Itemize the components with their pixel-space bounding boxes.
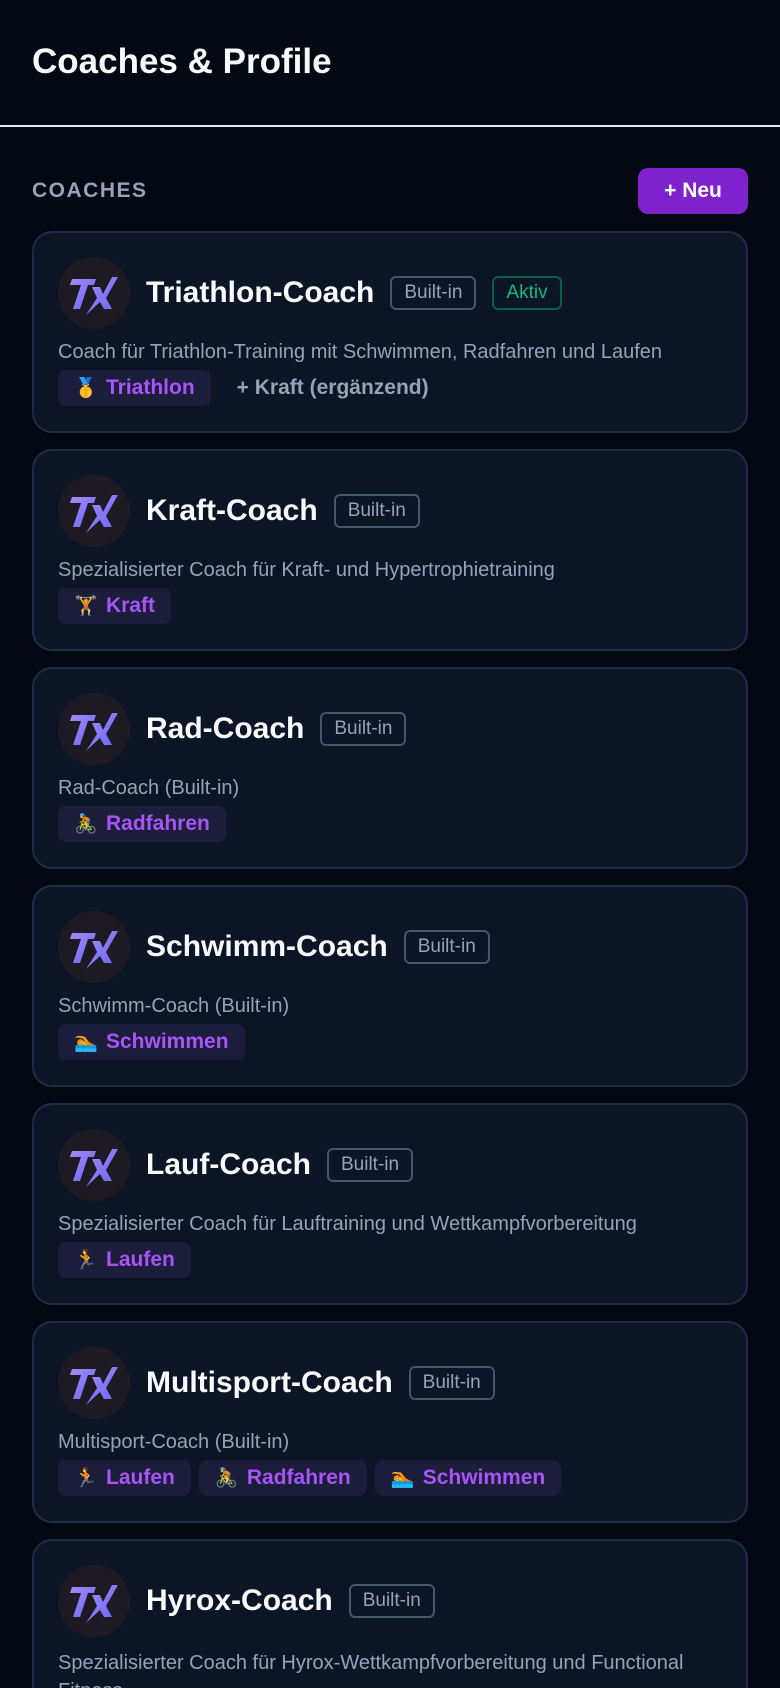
coach-card-header: Schwimm-Coach Built-in xyxy=(58,911,722,983)
tx-logo-icon xyxy=(70,1367,118,1405)
page-title: Coaches & Profile xyxy=(32,41,332,81)
coach-description: Spezialisierter Coach für Hyrox-Wettkamp… xyxy=(58,1652,684,1688)
coach-sport-tags: 🚴 Radfahren xyxy=(58,806,722,842)
coach-description: Multisport-Coach (Built-in) xyxy=(58,1431,290,1453)
tx-logo-icon xyxy=(70,931,118,969)
sport-tag: 🏃 Laufen xyxy=(58,1242,191,1278)
sport-tag: 🚴 Radfahren xyxy=(58,806,226,842)
sport-tag-label: Radfahren xyxy=(106,812,210,835)
coach-name: Multisport-Coach xyxy=(146,1366,393,1399)
app-header: Coaches & Profile xyxy=(0,0,780,127)
coach-card-header: Lauf-Coach Built-in xyxy=(58,1129,722,1201)
section-title: COACHES xyxy=(32,179,148,202)
coach-card[interactable]: Multisport-Coach Built-in Multisport-Coa… xyxy=(32,1321,748,1523)
built-in-badge: Built-in xyxy=(403,930,490,964)
active-badge: Aktiv xyxy=(492,276,562,310)
sport-icon: 🏊 xyxy=(74,1032,98,1053)
coach-name: Kraft-Coach xyxy=(146,494,318,527)
tx-logo-icon xyxy=(70,1149,118,1187)
sport-tag: 🚴 Radfahren xyxy=(198,1460,367,1496)
built-in-badge: Built-in xyxy=(408,1366,495,1400)
coach-description: Spezialisierter Coach für Lauftraining u… xyxy=(58,1213,637,1235)
sport-icon: 🏃 xyxy=(74,1250,98,1271)
tx-logo-icon xyxy=(70,713,118,751)
coach-card[interactable]: Rad-Coach Built-in Rad-Coach (Built-in) … xyxy=(32,667,748,869)
sport-tag-label: Radfahren xyxy=(246,1466,351,1489)
coach-name: Triathlon-Coach xyxy=(146,276,375,309)
sport-tag: 🥇 Triathlon xyxy=(58,370,211,406)
sport-tag-label: Kraft xyxy=(106,594,156,617)
sport-tag-label: Laufen xyxy=(106,1466,175,1489)
sport-tag: 🏋 Kraft xyxy=(58,588,172,624)
coach-card-header: Rad-Coach Built-in xyxy=(58,693,722,765)
coach-sport-tags: 🏊 Schwimmen xyxy=(58,1024,722,1060)
coach-avatar xyxy=(58,1129,130,1201)
coach-card[interactable]: Lauf-Coach Built-in Spezialisierter Coac… xyxy=(32,1103,748,1305)
coach-description: Coach für Triathlon-Training mit Schwimm… xyxy=(58,341,663,363)
coaches-section-header: COACHES + Neu xyxy=(0,151,780,231)
sport-icon: 🚴 xyxy=(74,814,98,835)
coach-list: Triathlon-Coach Built-in Aktiv Coach für … xyxy=(0,231,780,1688)
coach-card-header: Kraft-Coach Built-in xyxy=(58,475,722,547)
sport-tag: 🏃 Laufen xyxy=(58,1460,191,1496)
coach-name: Schwimm-Coach xyxy=(146,930,388,963)
sport-icon: 🏊 xyxy=(390,1468,415,1489)
coach-sport-tags: 🏃 Laufen 🚴 Radfahren 🏊 Schwimmen xyxy=(58,1460,722,1496)
coach-sport-tags: 🏋 Kraft xyxy=(58,588,722,624)
built-in-badge: Built-in xyxy=(390,276,477,310)
coach-avatar xyxy=(58,1347,130,1419)
coach-name: Lauf-Coach xyxy=(146,1148,311,1181)
new-coach-button[interactable]: + Neu xyxy=(638,168,748,214)
tx-logo-icon xyxy=(70,495,118,533)
coach-sport-tags: 🥇 Triathlon + Kraft (ergänzend) xyxy=(58,370,722,406)
built-in-badge: Built-in xyxy=(333,494,420,528)
coach-description: Schwimm-Coach (Built-in) xyxy=(58,995,290,1017)
sport-tag-label: Schwimmen xyxy=(422,1466,546,1489)
sport-tag-label: Laufen xyxy=(106,1248,175,1271)
coach-card[interactable]: Kraft-Coach Built-in Spezialisierter Coa… xyxy=(32,449,748,651)
supplementary-sport: + Kraft (ergänzend) xyxy=(236,376,429,399)
coach-description: Spezialisierter Coach für Kraft- und Hyp… xyxy=(58,559,555,581)
coach-avatar xyxy=(58,257,130,329)
coach-avatar xyxy=(58,911,130,983)
coach-card[interactable]: Hyrox-Coach Built-in Spezialisierter Coa… xyxy=(32,1539,748,1688)
coach-name: Hyrox-Coach xyxy=(146,1584,333,1617)
tx-logo-icon xyxy=(70,1585,118,1623)
sport-tag: 🏊 Schwimmen xyxy=(58,1024,245,1060)
tx-logo-icon xyxy=(70,277,118,315)
coach-name: Rad-Coach xyxy=(146,712,305,745)
coach-card[interactable]: Triathlon-Coach Built-in Aktiv Coach für … xyxy=(32,231,748,433)
sport-tag: 🏊 Schwimmen xyxy=(374,1460,562,1496)
coach-avatar xyxy=(58,475,130,547)
sport-icon: 🥇 xyxy=(74,378,98,399)
coach-avatar xyxy=(58,693,130,765)
sport-icon: 🏋 xyxy=(74,596,98,617)
built-in-badge: Built-in xyxy=(320,712,407,746)
coach-description: Rad-Coach (Built-in) xyxy=(58,777,240,799)
coach-card-header: Hyrox-Coach Built-in xyxy=(58,1565,722,1637)
sport-icon: 🏃 xyxy=(74,1468,98,1489)
coach-card-header: Triathlon-Coach Built-in Aktiv xyxy=(58,257,722,329)
coach-avatar xyxy=(58,1565,130,1637)
sport-icon: 🚴 xyxy=(214,1468,239,1489)
sport-tag-label: Triathlon xyxy=(106,376,195,399)
sport-tag-label: Schwimmen xyxy=(106,1030,229,1053)
coach-card[interactable]: Schwimm-Coach Built-in Schwimm-Coach (Bu… xyxy=(32,885,748,1087)
coach-sport-tags: 🏃 Laufen xyxy=(58,1242,722,1278)
coach-card-header: Multisport-Coach Built-in xyxy=(58,1347,722,1419)
built-in-badge: Built-in xyxy=(327,1148,414,1182)
built-in-badge: Built-in xyxy=(348,1584,435,1618)
